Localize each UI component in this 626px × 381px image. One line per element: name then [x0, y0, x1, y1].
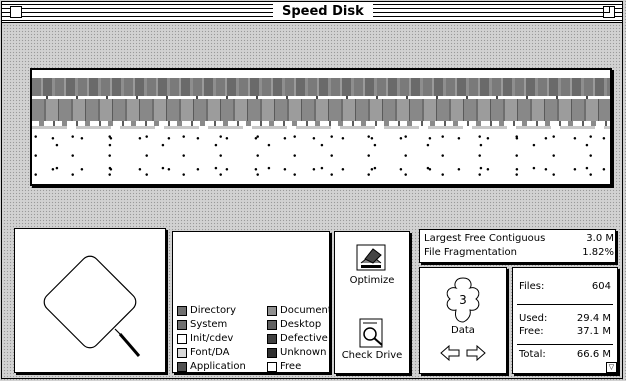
legend-swatch-icon: [177, 362, 187, 372]
legend-label: Directory: [190, 305, 237, 316]
optimize-button[interactable]: Optimize: [335, 241, 409, 286]
legend-label: Desktop: [280, 319, 322, 330]
legend-item: Init/cdev: [177, 332, 267, 346]
legend-label: Document: [280, 305, 332, 316]
legend-item: Font/DA: [177, 346, 267, 360]
next-drive-arrow-icon[interactable]: [466, 344, 486, 362]
legend-label: Free: [280, 361, 302, 372]
legend-swatch-icon: [267, 348, 277, 358]
zoom-box[interactable]: [603, 6, 615, 18]
drive-name: Data: [451, 325, 475, 336]
legend-swatch-icon: [267, 320, 277, 330]
drive-arrows: [440, 344, 486, 362]
legend-swatch-icon: [177, 320, 187, 330]
legend-label: Unknown: [280, 347, 327, 358]
fragmentation-stats-panel: Largest Free Contiguous 3.0 M File Fragm…: [419, 229, 616, 263]
drive-number: 3: [459, 293, 467, 307]
legend-item: Free: [267, 360, 301, 374]
disk-usage-panel: Files: 604 Used: 29.4 M Free: 37.1 M Tot…: [512, 267, 618, 374]
legend-swatch-icon: [267, 306, 277, 316]
legend: Directory Document System Desktop Init/cdev D…: [177, 304, 332, 374]
files-value: 604: [591, 281, 611, 292]
check-drive-icon: [359, 318, 383, 348]
legend-item: Unknown: [267, 346, 326, 360]
disk-progress-panel: [14, 228, 166, 373]
largest-free-label: Largest Free Contiguous: [424, 233, 546, 244]
legend-swatch-icon: [267, 362, 277, 372]
legend-row: Application Free: [177, 360, 332, 374]
free-label: Free:: [519, 326, 544, 337]
divider: [517, 304, 613, 305]
fragmentation-value: 1.82%: [582, 247, 614, 258]
legend-label: Application: [190, 361, 246, 372]
optimize-label: Optimize: [349, 275, 395, 286]
total-value: 66.6 M: [576, 349, 611, 360]
close-box[interactable]: [10, 6, 22, 18]
drive-selector-panel: 3 Data: [419, 267, 507, 374]
legend-item: System: [177, 318, 267, 332]
used-label: Used:: [519, 313, 548, 324]
check-drive-label: Check Drive: [341, 350, 403, 361]
largest-free-value: 3.0 M: [586, 233, 614, 244]
legend-item: Document: [267, 304, 332, 318]
legend-row: Font/DA Unknown: [177, 346, 332, 360]
divider: [517, 344, 613, 345]
legend-swatch-icon: [177, 348, 187, 358]
check-drive-button[interactable]: Check Drive: [335, 316, 409, 361]
action-buttons-panel: Optimize Check Drive: [334, 231, 410, 374]
total-label: Total:: [519, 349, 546, 360]
files-label: Files:: [519, 281, 545, 292]
legend-swatch-icon: [267, 334, 277, 344]
legend-label: Font/DA: [190, 347, 230, 358]
legend-item: Desktop: [267, 318, 321, 332]
legend-item: Application: [177, 360, 267, 374]
legend-swatch-icon: [177, 306, 187, 316]
used-value: 29.4 M: [576, 313, 611, 324]
optimize-progress-graphic: [43, 255, 141, 357]
legend-label: Init/cdev: [190, 333, 234, 344]
legend-row: System Desktop: [177, 318, 332, 332]
legend-row: Init/cdev Defective: [177, 332, 332, 346]
free-value: 37.1 M: [576, 326, 611, 337]
legend-row: Directory Document: [177, 304, 332, 318]
window-title: Speed Disk: [273, 3, 373, 20]
drive-badge-icon: 3: [446, 277, 480, 323]
optimize-icon: [356, 244, 386, 271]
legend-panel: Directory Document System Desktop Init/cdev D…: [172, 231, 332, 374]
title-bar[interactable]: Speed Disk: [2, 2, 622, 23]
legend-item: Directory: [177, 304, 267, 318]
previous-drive-arrow-icon[interactable]: [440, 344, 460, 362]
legend-label: System: [190, 319, 228, 330]
disk-map: [30, 68, 612, 186]
scroll-down-arrow-icon[interactable]: ▽: [606, 362, 617, 373]
legend-label: Defective: [280, 333, 328, 344]
legend-item: Defective: [267, 332, 328, 346]
legend-swatch-icon: [177, 334, 187, 344]
fragmentation-label: File Fragmentation: [424, 247, 517, 258]
